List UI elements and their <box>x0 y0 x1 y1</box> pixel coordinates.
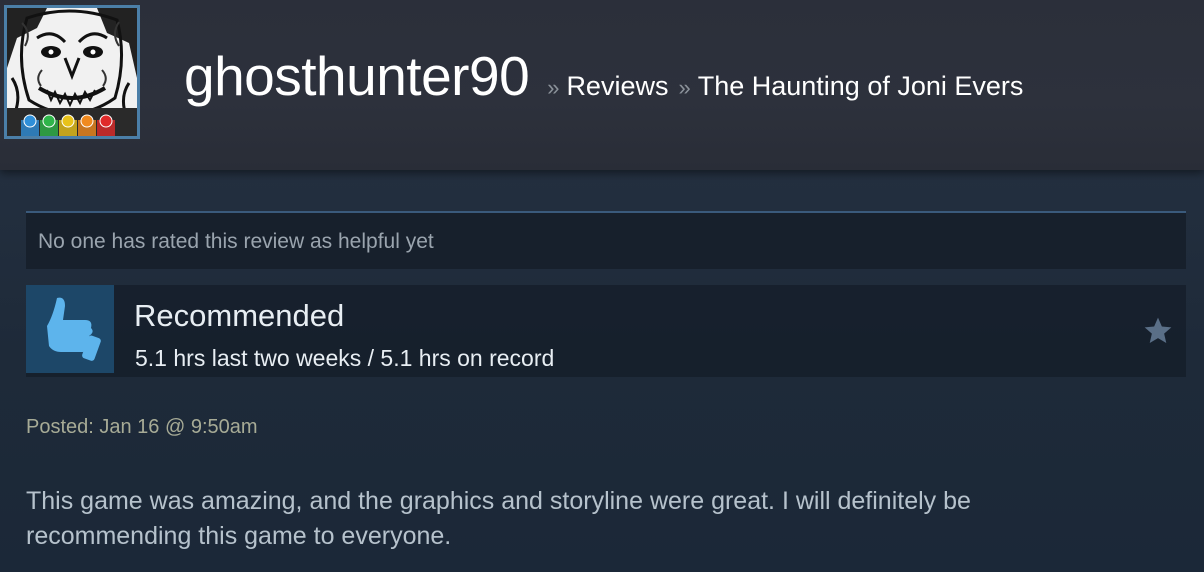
breadcrumb-separator: » <box>547 75 560 100</box>
breadcrumb: ghosthunter90 » Reviews » The Haunting o… <box>184 44 1023 114</box>
badge-dot-blue <box>23 114 37 128</box>
posted-date: Posted: Jan 16 @ 9:50am <box>26 416 258 438</box>
review-body: This game was amazing, and the graphics … <box>26 487 971 550</box>
breadcrumb-game-link[interactable]: The Haunting of Joni Evers <box>698 71 1024 102</box>
badge-dot-orange <box>80 114 94 128</box>
badge-dot-yellow <box>61 114 75 128</box>
breadcrumb-separator: » <box>678 75 691 100</box>
recommendation-title[interactable]: Recommended <box>134 298 344 334</box>
recommendation-box: Recommended 5.1 hrs last two weeks / 5.1… <box>26 285 1186 377</box>
breadcrumb-reviews-link[interactable]: Reviews <box>566 71 668 102</box>
star-icon[interactable] <box>1142 315 1174 347</box>
playtime-hours: 5.1 hrs last two weeks / 5.1 hrs on reco… <box>135 345 555 371</box>
thumbs-up-icon <box>26 285 114 373</box>
helpful-status-box: No one has rated this review as helpful … <box>26 211 1186 269</box>
profile-header: ghosthunter90 » Reviews » The Haunting o… <box>0 0 1204 170</box>
badge-dot-green <box>42 114 56 128</box>
avatar[interactable] <box>4 5 140 139</box>
review-content: No one has rated this review as helpful … <box>0 170 1204 572</box>
username-link[interactable]: ghosthunter90 <box>184 44 530 108</box>
helpful-status-text: No one has rated this review as helpful … <box>38 230 434 253</box>
badge-dot-red <box>99 114 113 128</box>
monster-face-avatar-image <box>7 8 137 136</box>
